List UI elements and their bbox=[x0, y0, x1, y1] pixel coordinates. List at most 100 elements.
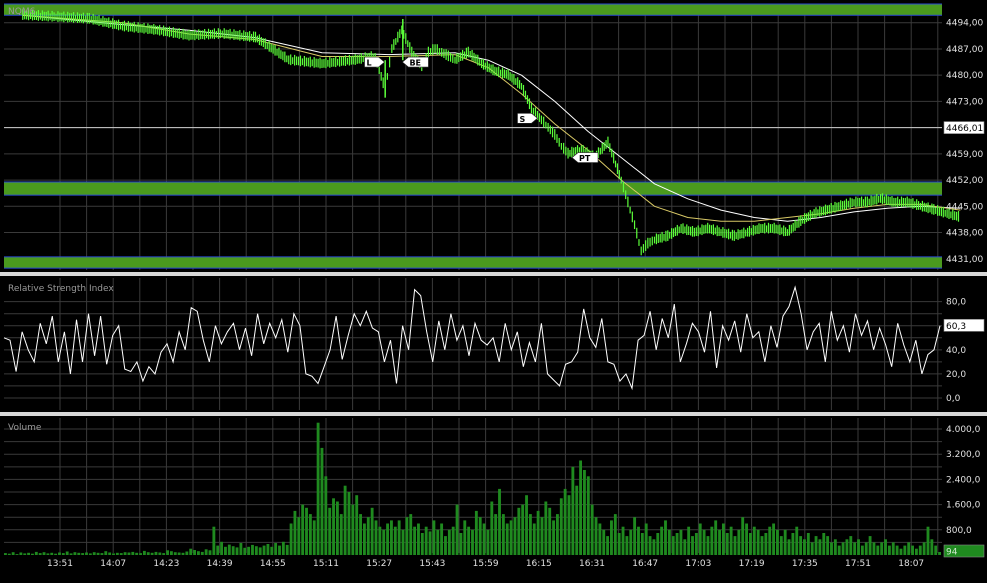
volume-bar bbox=[849, 536, 853, 555]
volume-bar bbox=[818, 539, 822, 555]
volume-bar bbox=[351, 504, 355, 555]
pane-separator-1[interactable] bbox=[0, 272, 987, 276]
volume-bar bbox=[667, 529, 671, 555]
volume-bar bbox=[393, 526, 397, 555]
volume-bar bbox=[424, 526, 428, 555]
volume-bar bbox=[100, 553, 104, 555]
volume-bar bbox=[926, 526, 930, 555]
volume-bar bbox=[208, 550, 212, 555]
volume-bar bbox=[471, 529, 474, 555]
volume-bar bbox=[212, 526, 216, 555]
price-tick-label: 4473,00 bbox=[946, 97, 983, 107]
volume-bar bbox=[374, 520, 378, 555]
volume-pane-title: Volume bbox=[8, 423, 42, 433]
volume-bar bbox=[729, 526, 733, 555]
volume-bar bbox=[548, 507, 552, 555]
volume-bar bbox=[617, 533, 621, 555]
volume-bar bbox=[305, 507, 308, 555]
volume-bar bbox=[289, 523, 293, 555]
time-tick-label: 17:35 bbox=[792, 559, 818, 569]
time-tick-label: 14:55 bbox=[260, 559, 286, 569]
volume-bar bbox=[239, 543, 243, 555]
volume-bar bbox=[725, 533, 729, 555]
volume-bar bbox=[115, 552, 119, 555]
price-zone-band[interactable] bbox=[4, 256, 942, 269]
volume-bar bbox=[675, 533, 679, 555]
volume-bar bbox=[907, 542, 911, 555]
pane-separator-2[interactable] bbox=[0, 412, 987, 416]
price-tick-label: 4494,00 bbox=[946, 19, 983, 29]
volume-bar bbox=[783, 529, 787, 555]
volume-bar bbox=[691, 536, 694, 555]
volume-bar bbox=[536, 510, 540, 555]
volume-bar bbox=[930, 539, 934, 555]
volume-bar bbox=[860, 545, 864, 555]
volume-bar bbox=[563, 488, 567, 555]
volume-bar bbox=[841, 542, 845, 555]
volume-bar bbox=[119, 553, 123, 555]
time-x-axis[interactable]: 13:51 14:07 14:23 14:39 14:55 15:11 15:27 15:43… bbox=[47, 559, 924, 569]
volume-tick-label: 800,0 bbox=[946, 526, 972, 536]
volume-bar bbox=[335, 501, 339, 555]
volume-bar bbox=[23, 553, 27, 555]
volume-bar bbox=[918, 545, 922, 555]
volume-bar bbox=[521, 504, 525, 555]
volume-bar bbox=[911, 545, 914, 555]
volume-bar bbox=[158, 552, 162, 555]
volume-tick-label: 3.200,0 bbox=[946, 450, 981, 460]
time-tick-label: 13:51 bbox=[47, 559, 73, 569]
volume-bar bbox=[220, 541, 224, 555]
volume-bar bbox=[594, 517, 598, 555]
price-tick-label: 4480,00 bbox=[946, 71, 983, 81]
price-zone-band[interactable] bbox=[4, 181, 942, 196]
volume-bar bbox=[652, 539, 656, 555]
volume-bar bbox=[328, 507, 332, 555]
volume-bar bbox=[837, 545, 841, 555]
price-tick-label: 4431,00 bbox=[946, 255, 983, 265]
volume-bar bbox=[679, 529, 683, 555]
volume-bar bbox=[312, 520, 316, 555]
volume-bar bbox=[359, 514, 362, 555]
volume-bar bbox=[281, 541, 285, 555]
volume-bar bbox=[887, 545, 891, 555]
volume-bar bbox=[451, 526, 455, 555]
price-tick-label: 4459,00 bbox=[946, 150, 983, 160]
volume-bar bbox=[301, 504, 305, 555]
volume-bar bbox=[85, 552, 88, 555]
volume-bar bbox=[474, 510, 478, 555]
volume-bar bbox=[532, 523, 536, 555]
volume-bar bbox=[845, 539, 849, 555]
volume-bar bbox=[146, 552, 150, 555]
price-zone-band[interactable] bbox=[4, 4, 942, 16]
volume-bar bbox=[405, 517, 409, 555]
volume-bar bbox=[625, 536, 629, 555]
volume-bar bbox=[417, 523, 420, 555]
chart-canvas[interactable]: L BE S PT NQM6 Relative Strength Index Volu… bbox=[0, 0, 987, 583]
volume-bar bbox=[814, 536, 818, 555]
volume-bar bbox=[370, 507, 374, 555]
volume-bar bbox=[386, 523, 390, 555]
volume-bar bbox=[505, 523, 509, 555]
time-tick-label: 16:31 bbox=[579, 559, 605, 569]
volume-bar bbox=[575, 485, 579, 555]
volume-bar bbox=[320, 447, 324, 555]
volume-bar bbox=[61, 553, 65, 555]
volume-bar bbox=[447, 529, 451, 555]
volume-bar bbox=[606, 536, 610, 555]
volume-bar bbox=[760, 536, 764, 555]
volume-bar bbox=[15, 554, 19, 555]
volume-bar bbox=[332, 498, 335, 555]
volume-bar bbox=[154, 551, 158, 555]
volume-bar bbox=[467, 526, 471, 555]
volume-bar bbox=[258, 547, 262, 555]
volume-bar bbox=[540, 517, 544, 555]
volume-bar bbox=[69, 553, 73, 555]
volume-bar bbox=[227, 544, 231, 555]
volume-bar bbox=[764, 533, 768, 555]
volume-bar bbox=[4, 553, 7, 555]
volume-bar bbox=[177, 552, 181, 555]
rsi-tick-label: 80,0 bbox=[946, 298, 966, 308]
volume-bar bbox=[583, 470, 586, 555]
volume-bar bbox=[528, 514, 532, 555]
volume-bar bbox=[150, 552, 154, 555]
